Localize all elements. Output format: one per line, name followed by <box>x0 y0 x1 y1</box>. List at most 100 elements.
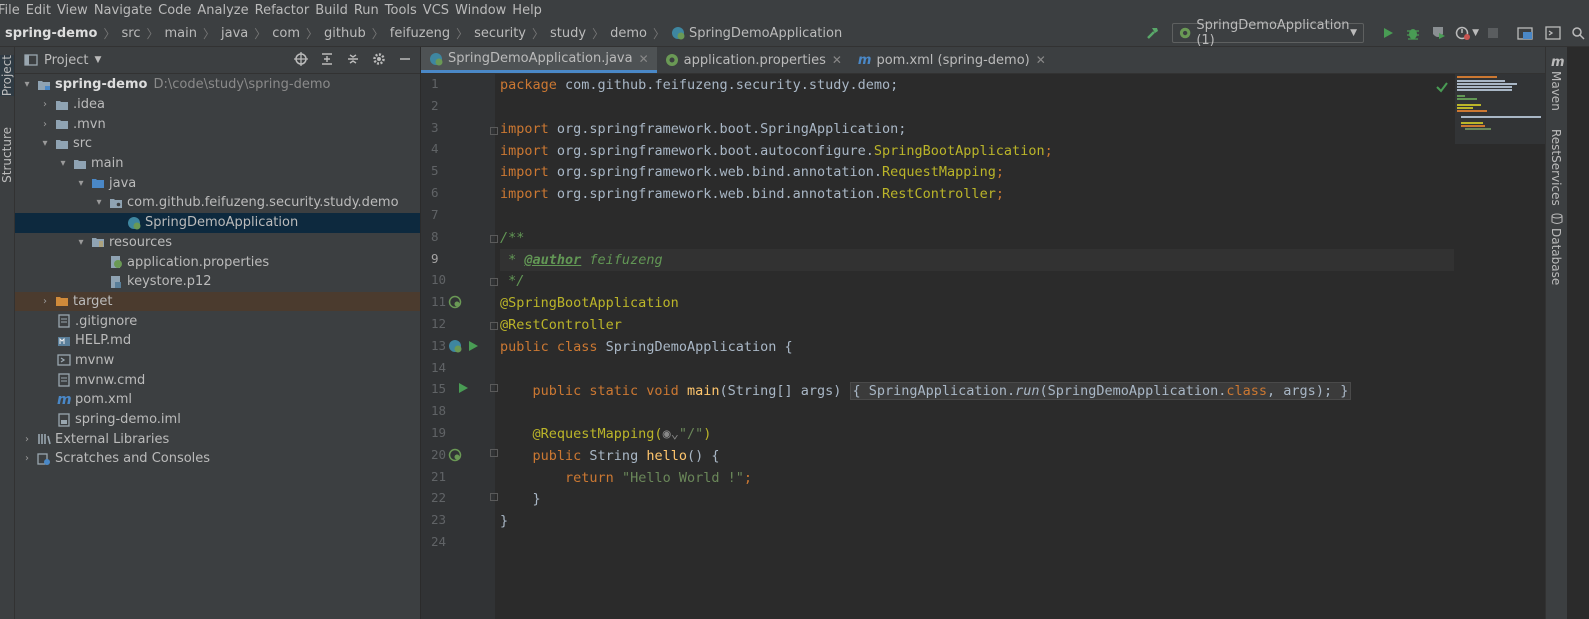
breadcrumb-project[interactable]: spring-demo <box>5 26 97 41</box>
menu-file[interactable]: File <box>0 3 26 18</box>
spring-endpoint-icon[interactable] <box>448 448 462 462</box>
menu-edit[interactable]: Edit <box>26 3 57 18</box>
collapse-all-icon[interactable] <box>346 52 360 66</box>
fold-marker-icon[interactable] <box>490 449 498 457</box>
menu-code[interactable]: Code <box>158 3 197 18</box>
chevron-down-icon[interactable]: ▼ <box>94 55 101 65</box>
breadcrumb-item[interactable]: main <box>164 26 196 41</box>
debug-icon[interactable] <box>1402 23 1424 43</box>
chevron-down-icon[interactable]: ▾ <box>57 158 69 169</box>
code-minimap[interactable] <box>1455 74 1545 144</box>
breadcrumb-item[interactable]: demo <box>610 26 647 41</box>
project-structure-icon[interactable] <box>1514 23 1536 43</box>
tree-item[interactable]: › target <box>15 291 420 312</box>
tree-item[interactable]: ▾ resources <box>15 233 420 253</box>
gear-icon[interactable] <box>372 52 386 66</box>
close-icon[interactable]: ✕ <box>832 53 842 67</box>
tool-tab-restservices[interactable]: RestServices <box>1549 129 1563 206</box>
chevron-down-icon[interactable]: ▾ <box>21 79 33 90</box>
fold-marker-icon[interactable] <box>490 493 498 501</box>
menu-run[interactable]: Run <box>354 3 385 18</box>
fold-marker-icon[interactable] <box>490 127 498 135</box>
menu-analyze[interactable]: Analyze <box>197 3 254 18</box>
tree-item-root[interactable]: ▾ spring-demo D:\code\study\spring-demo <box>15 75 420 95</box>
tree-item[interactable]: spring-demo.iml <box>15 410 420 430</box>
tab-pom-xml[interactable]: m pom.xml (spring-demo) ✕ <box>850 47 1054 73</box>
checkmark-icon[interactable] <box>1435 80 1449 94</box>
build-hammer-icon[interactable] <box>1142 23 1164 43</box>
search-icon[interactable] <box>1567 23 1589 43</box>
tree-item[interactable]: application.properties <box>15 252 420 272</box>
chevron-right-icon[interactable]: › <box>39 296 51 307</box>
tree-item[interactable]: ▾ main <box>15 154 420 174</box>
tree-item[interactable]: .gitignore <box>15 311 420 331</box>
folded-code-block[interactable]: { SpringApplication.run(SpringDemoApplic… <box>849 382 1352 400</box>
chevron-down-icon[interactable]: ▾ <box>75 178 87 189</box>
chevron-down-icon[interactable]: ▼ <box>1472 28 1479 38</box>
locate-icon[interactable] <box>294 52 308 66</box>
chevron-right-icon[interactable]: › <box>21 453 33 464</box>
tab-application-properties[interactable]: application.properties ✕ <box>657 47 850 73</box>
fold-marker-icon[interactable] <box>490 322 498 330</box>
close-icon[interactable]: ✕ <box>639 52 649 66</box>
breadcrumb-item[interactable]: github <box>324 26 366 41</box>
tab-spring-demo-application[interactable]: SpringDemoApplication.java ✕ <box>421 47 657 73</box>
tool-tab-maven[interactable]: Maven <box>1549 71 1563 111</box>
tree-item[interactable]: › Scratches and Consoles <box>15 449 420 469</box>
globe-icon[interactable]: ◉⌄ <box>663 426 679 442</box>
menu-help[interactable]: Help <box>512 3 548 18</box>
tool-tab-database[interactable]: Database <box>1549 228 1563 285</box>
menu-vcs[interactable]: VCS <box>423 3 455 18</box>
breadcrumb-item[interactable]: study <box>550 26 586 41</box>
run-gutter-icon[interactable] <box>467 340 479 352</box>
tree-item[interactable]: m pom.xml <box>15 390 420 410</box>
tree-item[interactable]: › External Libraries <box>15 429 420 449</box>
menu-navigate[interactable]: Navigate <box>94 3 158 18</box>
terminal-window-icon[interactable] <box>1542 23 1564 43</box>
chevron-right-icon[interactable]: › <box>39 119 51 130</box>
chevron-right-icon[interactable]: › <box>39 99 51 110</box>
tree-item[interactable]: › .idea <box>15 95 420 115</box>
tree-item[interactable]: ▾ com.github.feifuzeng.security.study.de… <box>15 193 420 213</box>
spring-bean-icon[interactable] <box>448 339 462 353</box>
coverage-icon[interactable] <box>1427 23 1449 43</box>
breadcrumb-item[interactable]: feifuzeng <box>390 26 450 41</box>
tree-item-selected[interactable]: SpringDemoApplication <box>15 212 420 233</box>
menu-refactor[interactable]: Refactor <box>255 3 316 18</box>
breadcrumb-file[interactable]: SpringDemoApplication <box>689 26 842 41</box>
breadcrumb-item[interactable]: security <box>474 26 526 41</box>
run-gutter-icon[interactable] <box>457 382 469 394</box>
breadcrumb-item[interactable]: java <box>221 26 248 41</box>
tree-item[interactable]: ▾ src <box>15 134 420 154</box>
spring-bean-icon[interactable] <box>448 295 462 309</box>
menu-build[interactable]: Build <box>315 3 354 18</box>
tree-item[interactable]: mvnw.cmd <box>15 370 420 390</box>
chevron-right-icon[interactable]: › <box>21 434 33 445</box>
menu-window[interactable]: Window <box>455 3 512 18</box>
tree-item[interactable]: keystore.p12 <box>15 272 420 292</box>
fold-marker-icon[interactable] <box>490 235 498 243</box>
project-panel-title[interactable]: Project <box>44 53 88 68</box>
close-icon[interactable]: ✕ <box>1036 53 1046 67</box>
breadcrumb-item[interactable]: src <box>121 26 140 41</box>
chevron-down-icon[interactable]: ▾ <box>93 197 105 208</box>
fold-marker-icon[interactable] <box>490 384 498 392</box>
breadcrumb-item[interactable]: com <box>272 26 300 41</box>
stop-icon[interactable] <box>1482 23 1504 43</box>
tool-tab-project[interactable]: Project <box>0 55 14 97</box>
tool-tab-structure[interactable]: Structure <box>0 127 14 183</box>
menu-tools[interactable]: Tools <box>385 3 423 18</box>
tree-item[interactable]: ▾ java <box>15 173 420 193</box>
code-editor[interactable]: package com.github.feifuzeng.security.st… <box>500 74 1530 619</box>
menu-view[interactable]: View <box>57 3 94 18</box>
run-configuration-select[interactable]: SpringDemoApplication (1) ▼ <box>1172 18 1365 48</box>
chevron-down-icon[interactable]: ▾ <box>75 237 87 248</box>
run-icon[interactable] <box>1377 23 1399 43</box>
fold-marker-icon[interactable] <box>490 278 498 286</box>
tree-item[interactable]: › .mvn <box>15 114 420 134</box>
expand-all-icon[interactable] <box>320 52 334 66</box>
profile-icon[interactable] <box>1452 23 1474 43</box>
tree-item[interactable]: mvnw <box>15 351 420 371</box>
tree-item[interactable]: HELP.md <box>15 331 420 351</box>
chevron-down-icon[interactable]: ▾ <box>39 138 51 149</box>
